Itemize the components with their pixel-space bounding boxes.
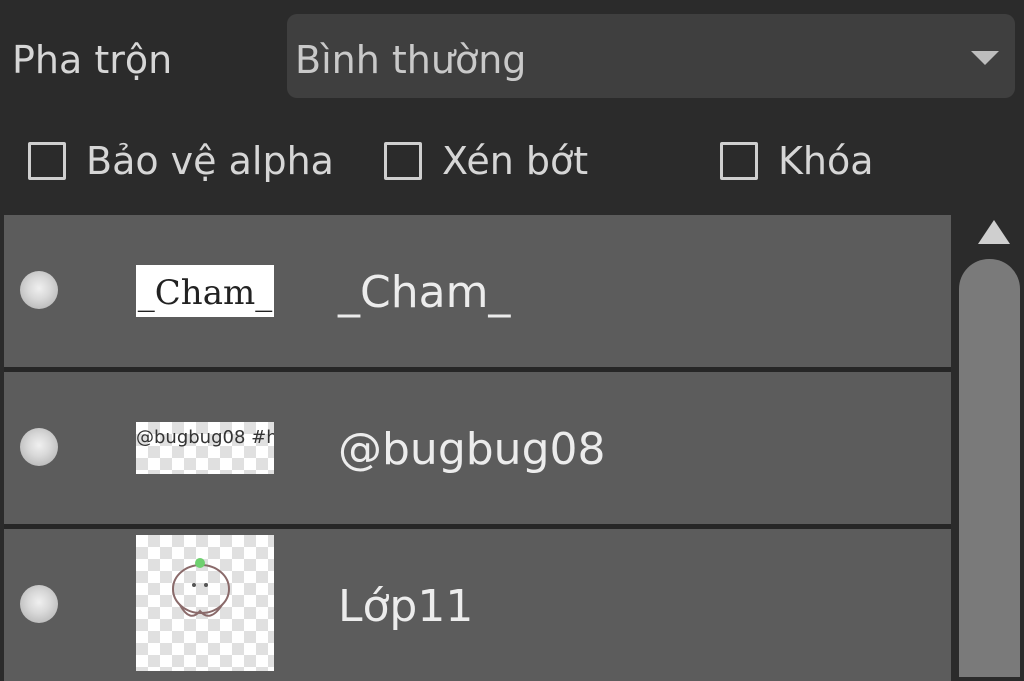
layer-thumbnail: @bugbug08 #hd247: [136, 422, 274, 474]
clip-checkbox[interactable]: Xén bớt: [384, 138, 588, 184]
layer-list: _Cham_ _Cham_ @bugbug08 #hd247 @bugbug08…: [4, 215, 951, 681]
checkbox-box[interactable]: [384, 142, 422, 180]
visibility-radio-icon[interactable]: [20, 271, 58, 309]
visibility-radio-icon[interactable]: [20, 428, 58, 466]
visibility-radio-icon[interactable]: [20, 585, 58, 623]
character-sketch-icon: [172, 558, 230, 617]
protect-alpha-checkbox[interactable]: Bảo vệ alpha: [28, 138, 334, 184]
layer-row[interactable]: Lớp11: [4, 529, 951, 681]
clip-label: Xén bớt: [442, 139, 589, 183]
scroll-up-arrow-icon[interactable]: [978, 220, 1010, 244]
thumbnail-text: _Cham_: [137, 273, 273, 313]
layer-name[interactable]: _Cham_: [338, 267, 510, 318]
protect-alpha-label: Bảo vệ alpha: [86, 139, 334, 183]
lock-label: Khóa: [778, 139, 874, 183]
blend-mode-label: Pha trộn: [12, 38, 173, 82]
layer-name[interactable]: Lớp11: [338, 581, 473, 632]
thumbnail-text: @bugbug08 #hd247: [136, 427, 274, 448]
layer-name[interactable]: @bugbug08: [338, 424, 605, 475]
layer-row[interactable]: @bugbug08 #hd247 @bugbug08: [4, 372, 951, 524]
blend-mode-value: Bình thường: [295, 38, 527, 82]
checkbox-box[interactable]: [28, 142, 66, 180]
layer-thumbnail: [136, 535, 274, 671]
layer-thumbnail: _Cham_: [136, 265, 274, 317]
blend-mode-dropdown[interactable]: Bình thường: [287, 14, 1015, 98]
layer-row[interactable]: _Cham_ _Cham_: [4, 215, 951, 367]
lock-checkbox[interactable]: Khóa: [720, 138, 874, 184]
layer-properties-bar: Pha trộn Bình thường Bảo vệ alpha Xén bớ…: [0, 0, 1024, 215]
checkbox-box[interactable]: [720, 142, 758, 180]
scrollbar-thumb[interactable]: [959, 259, 1020, 677]
chevron-down-icon[interactable]: [971, 51, 999, 65]
